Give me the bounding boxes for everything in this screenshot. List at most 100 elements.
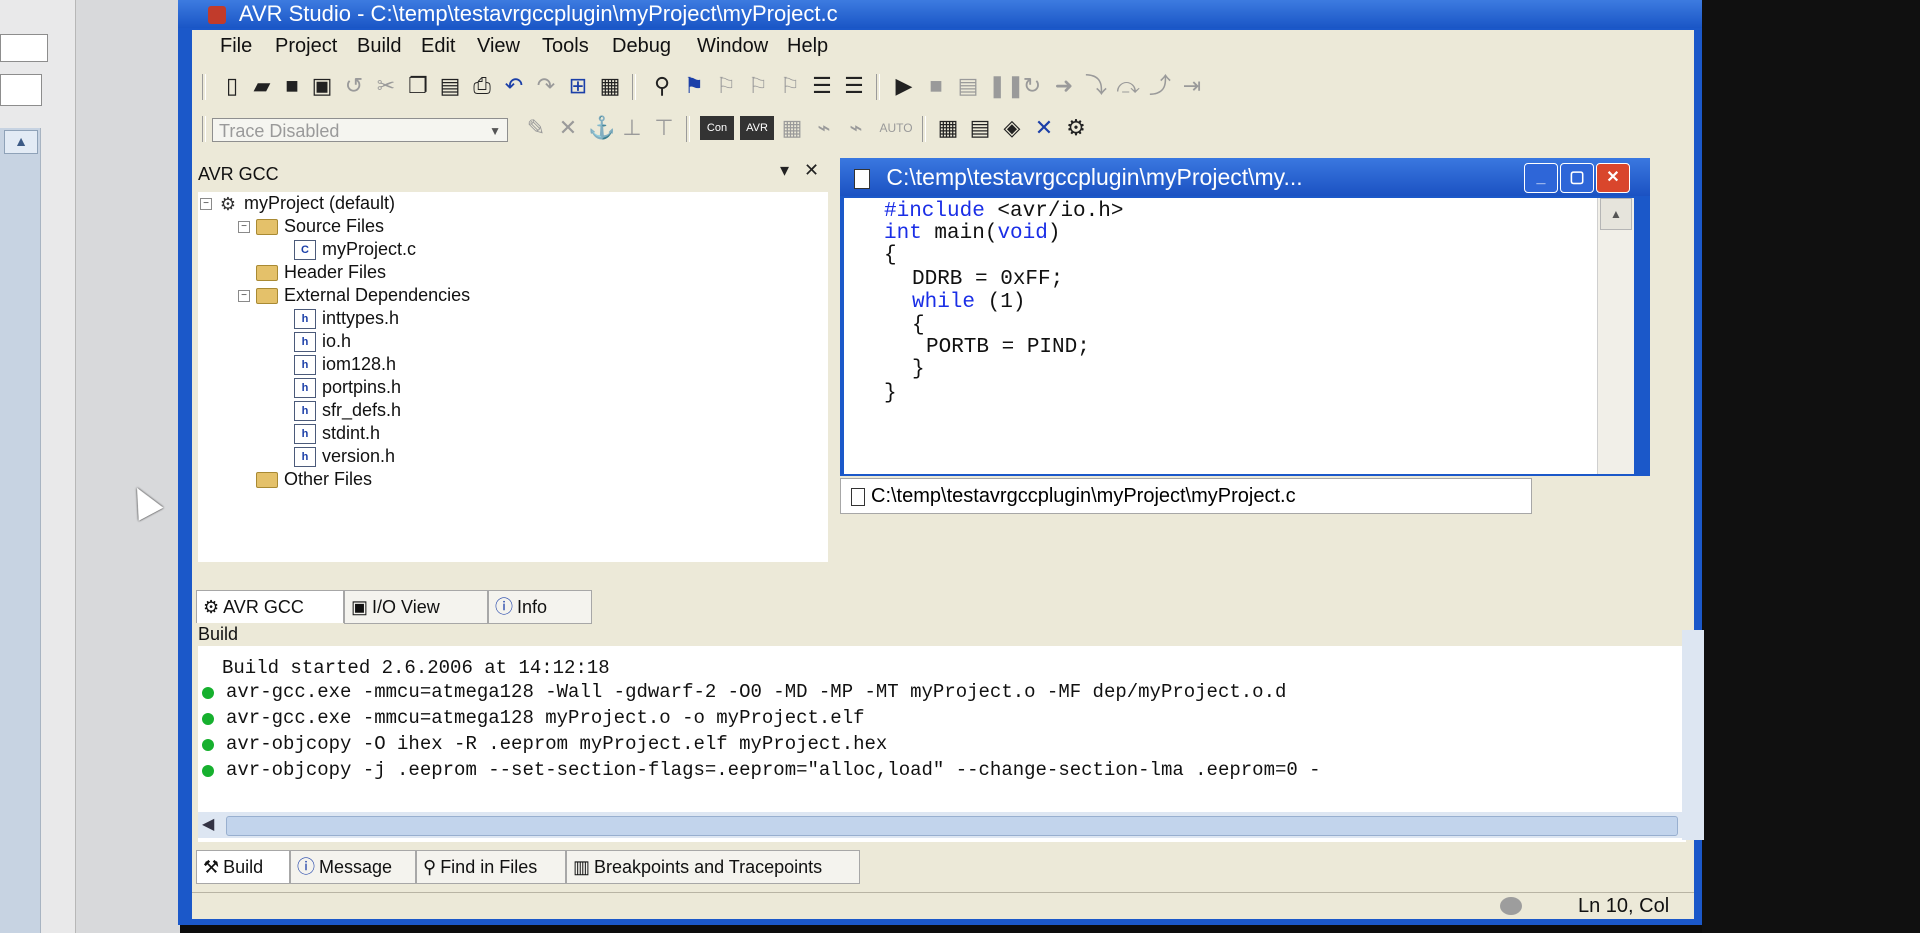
menu-view[interactable]: View	[477, 35, 520, 58]
trace-down-icon[interactable]: ⊥	[620, 116, 644, 140]
settings-gear-icon[interactable]: ⚙	[1064, 116, 1088, 140]
undo-icon[interactable]: ↶	[502, 74, 526, 98]
connect-icon[interactable]: ⌁	[844, 116, 868, 140]
probe-icon[interactable]: ⌁	[812, 116, 836, 140]
break-icon[interactable]: ❚❚	[988, 74, 1025, 98]
code-editor[interactable]: #include <avr/io.h> int main(void) { DDR…	[844, 198, 1634, 474]
memory-window-icon[interactable]: ▦	[936, 116, 960, 140]
tree-node-other-files[interactable]: Other Files	[256, 468, 372, 490]
bookmark-prev-icon[interactable]: ⚐	[746, 74, 770, 98]
collapse-icon[interactable]: −	[238, 290, 250, 303]
background-scrollbar[interactable]	[0, 128, 41, 933]
scroll-up-icon[interactable]: ▲	[4, 130, 38, 154]
background-input[interactable]	[0, 34, 48, 62]
copy-icon[interactable]: ❐	[406, 74, 430, 98]
menu-edit[interactable]: Edit	[421, 35, 455, 58]
minimize-icon[interactable]: _	[1524, 163, 1558, 193]
trace-mode-select[interactable]: Trace Disabled ▼	[212, 118, 508, 142]
show-next-statement-icon[interactable]: ➜	[1052, 74, 1076, 98]
tab-io-view[interactable]: ▣ I/O View	[344, 590, 488, 624]
save-all-icon[interactable]: ▣	[310, 74, 334, 98]
tab-find-in-files[interactable]: ⚲ Find in Files	[416, 850, 566, 884]
panel-menu-icon[interactable]: ▾	[780, 160, 789, 181]
tab-avr-gcc[interactable]: ⚙ AVR GCC	[196, 590, 344, 623]
tree-item-header[interactable]: h version.h	[294, 445, 395, 468]
panel-close-icon[interactable]: ✕	[804, 160, 819, 181]
tab-info[interactable]: ⓘ Info	[488, 590, 592, 624]
trace-clear-icon[interactable]: ✕	[556, 116, 580, 140]
disassembler-icon[interactable]: ▤	[956, 74, 980, 98]
tree-item-header[interactable]: h io.h	[294, 330, 351, 353]
scroll-up-icon[interactable]: ▲	[1600, 198, 1632, 230]
menu-help[interactable]: Help	[787, 35, 828, 58]
trace-up-icon[interactable]: ⊤	[652, 116, 676, 140]
con-button[interactable]: Con	[700, 116, 734, 140]
reset-icon[interactable]: ↻	[1020, 74, 1044, 98]
tree-item-header[interactable]: h sfr_defs.h	[294, 399, 401, 422]
cut-icon[interactable]: ✂	[374, 74, 398, 98]
trace-start-icon[interactable]: ⚓	[588, 116, 615, 140]
new-file-icon[interactable]: ▯	[220, 74, 244, 98]
tree-node-project[interactable]: − ⚙ myProject (default)	[200, 192, 395, 214]
scrollbar-thumb[interactable]	[226, 816, 1678, 836]
print-icon[interactable]: ⎙	[470, 74, 494, 98]
run-to-cursor-icon[interactable]: ⇥	[1180, 74, 1204, 98]
tree-node-external-dependencies[interactable]: − External Dependencies	[238, 284, 470, 306]
stack-icon[interactable]: ◈	[1000, 116, 1024, 140]
indent-icon[interactable]: ☰	[810, 74, 834, 98]
menu-build[interactable]: Build	[357, 35, 401, 58]
step-over-icon[interactable]: ⤼	[1116, 74, 1140, 98]
tree-item-header[interactable]: h stdint.h	[294, 422, 380, 445]
output-vertical-scrollbar[interactable]	[1682, 630, 1704, 840]
tree-item-header[interactable]: h inttypes.h	[294, 307, 399, 330]
h-file-icon: h	[294, 401, 316, 422]
find-binoculars-icon[interactable]: ⚲	[650, 74, 674, 98]
undo-history-icon[interactable]: ↺	[342, 74, 366, 98]
tree-item-header[interactable]: h portpins.h	[294, 376, 401, 399]
maximize-icon[interactable]: ▢	[1560, 163, 1594, 193]
bookmark-next-icon[interactable]: ⚐	[714, 74, 738, 98]
menu-project[interactable]: Project	[275, 35, 337, 58]
output-window-icon[interactable]: ▦	[598, 74, 622, 98]
menu-file[interactable]: File	[220, 35, 252, 58]
outdent-icon[interactable]: ☰	[842, 74, 866, 98]
output-horizontal-scrollbar[interactable]: ◀	[198, 812, 1686, 838]
tab-breakpoints[interactable]: ▥ Breakpoints and Tracepoints	[566, 850, 860, 884]
redo-icon[interactable]: ↷	[534, 74, 558, 98]
tree-node-header-files[interactable]: Header Files	[256, 261, 386, 283]
paste-icon[interactable]: ▤	[438, 74, 462, 98]
stop-icon[interactable]: ■	[924, 74, 948, 98]
close-icon[interactable]: ✕	[1596, 163, 1630, 193]
project-window-icon[interactable]: ⊞	[566, 74, 590, 98]
editor-document-tab[interactable]: C:\temp\testavrgccplugin\myProject\myPro…	[840, 478, 1532, 514]
menu-window[interactable]: Window	[697, 35, 768, 58]
editor-title-bar[interactable]: C:\temp\testavrgccplugin\myProject\my...…	[840, 158, 1650, 196]
tab-build[interactable]: ⚒ Build	[196, 850, 290, 884]
menu-tools[interactable]: Tools	[542, 35, 589, 58]
step-into-icon[interactable]: ⤵	[1084, 74, 1108, 98]
save-icon[interactable]: ■	[280, 74, 304, 98]
collapse-icon[interactable]: −	[200, 198, 212, 211]
step-out-icon[interactable]: ⤴	[1148, 74, 1172, 98]
avr-button[interactable]: AVR	[740, 116, 774, 140]
tree-item-source-file[interactable]: CmyProject.c	[294, 238, 416, 261]
tab-message[interactable]: ⓘ Message	[290, 850, 416, 884]
open-folder-icon[interactable]: ▰	[250, 74, 274, 98]
code-line: }	[912, 358, 925, 381]
title-bar[interactable]: AVR Studio - C:\temp\testavrgccplugin\my…	[178, 0, 1702, 28]
menu-debug[interactable]: Debug	[612, 35, 671, 58]
chip-icon[interactable]: ▦	[780, 116, 804, 140]
delete-x-icon[interactable]: ✕	[1032, 116, 1056, 140]
scroll-left-icon[interactable]: ◀	[202, 814, 214, 834]
collapse-icon[interactable]: −	[238, 221, 250, 234]
tree-node-source-files[interactable]: − Source Files	[238, 215, 384, 237]
editor-vertical-scrollbar[interactable]: ▲	[1597, 198, 1634, 474]
watch-window-icon[interactable]: ▤	[968, 116, 992, 140]
background-input-2[interactable]	[0, 74, 42, 106]
auto-button[interactable]: AUTO	[876, 116, 916, 140]
bookmark-toggle-icon[interactable]: ⚑	[682, 74, 706, 98]
run-icon[interactable]: ▶	[892, 74, 916, 98]
tree-item-header[interactable]: h iom128.h	[294, 353, 396, 376]
trace-filter-icon[interactable]: ✎	[524, 116, 548, 140]
bookmark-clear-icon[interactable]: ⚐	[778, 74, 802, 98]
